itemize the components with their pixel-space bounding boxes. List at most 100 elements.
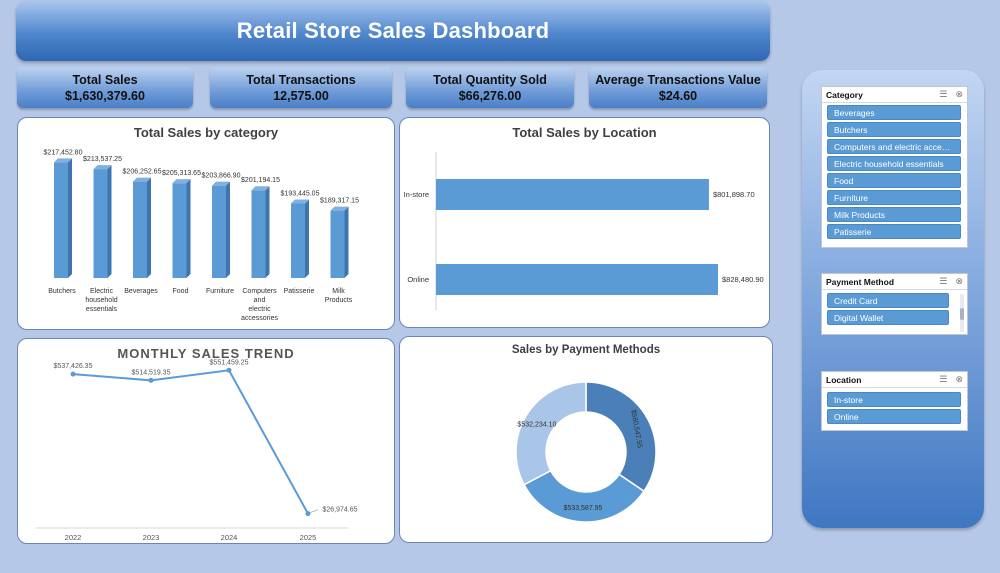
slicer-scrollbar[interactable]	[960, 294, 964, 332]
series-line	[72, 369, 309, 515]
x-tick-label: 2022	[65, 533, 82, 542]
slicer-header: Category ☰ ⊗	[822, 87, 967, 103]
slicer-item[interactable]: Patisserie	[827, 224, 961, 239]
payment-method-slicer[interactable]: Payment Method ☰ ⊗ Credit Card Digital Wa…	[821, 273, 968, 335]
data-label: $26,974.65	[322, 507, 357, 514]
slicer-title: Location	[826, 374, 862, 385]
slicer-items: Beverages Butchers Computers and electric …	[822, 105, 967, 239]
bar	[172, 183, 187, 278]
slicer-item[interactable]: Beverages	[827, 105, 961, 120]
kpi-value: 12,575.00	[273, 88, 329, 103]
dashboard-title-bar: Retail Store Sales Dashboard	[16, 1, 770, 61]
bar-side	[68, 158, 72, 278]
slicer-item[interactable]: Digital Wallet	[827, 310, 949, 325]
scrollbar-thumb[interactable]	[960, 308, 964, 320]
multi-select-icon[interactable]: ☰	[939, 276, 947, 287]
monthly-trend-panel[interactable]: MONTHLY SALES TREND $537,426.35 2022 $514,…	[17, 338, 395, 544]
bar-side	[147, 177, 151, 278]
data-label: $201,194.15	[241, 177, 280, 184]
x-tick-label: 2025	[300, 533, 317, 542]
bar	[436, 179, 709, 210]
kpi-total-transactions: Total Transactions 12,575.00	[210, 67, 392, 108]
multi-select-icon[interactable]: ☰	[939, 89, 947, 100]
slicer-items: Credit Card Digital Wallet	[822, 293, 967, 325]
donut-slice	[523, 469, 646, 523]
payment-donut-chart: $560,547.55$533,587.95$532,234.10	[515, 381, 657, 523]
clear-filter-icon[interactable]: ⊗	[955, 89, 963, 100]
data-point	[226, 367, 232, 373]
category-tick-label: Butchers	[48, 288, 76, 295]
monthly-line-chart: $537,426.35 2022 $514,519.35 2023 $551,459.2…	[36, 359, 358, 542]
multi-select-icon[interactable]: ☰	[939, 374, 947, 385]
category-tick-label: Products	[325, 297, 353, 304]
kpi-value: $66,276.00	[458, 88, 522, 103]
bar	[133, 181, 147, 278]
bar	[291, 203, 305, 278]
category-tick-label: Electric	[90, 288, 113, 295]
slicer-title: Category	[826, 89, 863, 100]
location-slicer[interactable]: Location ☰ ⊗ In-store Online	[821, 371, 968, 431]
bar	[54, 162, 68, 278]
slicer-header: Location ☰ ⊗	[822, 372, 967, 388]
donut-slice	[515, 381, 587, 486]
payment-chart-panel[interactable]: Sales by Payment Methods $560,547.55 $533…	[399, 336, 773, 543]
bar	[330, 210, 345, 278]
data-label: $828,480.90	[722, 275, 764, 284]
category-tick-label: In-store	[404, 190, 429, 199]
slicer-item[interactable]: Butchers	[827, 122, 961, 137]
data-label: $532,234.10	[517, 422, 556, 429]
data-point	[305, 511, 311, 517]
bar	[93, 169, 108, 278]
kpi-value: $1,630,379.60	[65, 88, 145, 103]
kpi-label: Total Transactions	[246, 72, 356, 87]
bar-side	[305, 199, 309, 278]
bar-side	[226, 181, 230, 278]
category-chart-panel[interactable]: Total Sales by category $217,452.80 Butch…	[17, 117, 395, 330]
category-slicer[interactable]: Category ☰ ⊗ Beverages Butchers Computers …	[821, 86, 968, 248]
x-tick-label: 2024	[221, 533, 238, 542]
kpi-label: Total Sales	[72, 72, 138, 87]
data-label: $189,317.15	[320, 198, 359, 205]
kpi-average-transaction-value: Average Transactions Value $24.60	[589, 67, 767, 108]
clear-filter-icon[interactable]: ⊗	[955, 276, 963, 287]
data-label: $203,866.90	[202, 173, 241, 180]
bar-side	[107, 165, 112, 278]
slicer-item[interactable]: Electric household essentials	[827, 156, 961, 171]
data-label: $213,537.25	[83, 156, 122, 163]
location-chart-panel[interactable]: Total Sales by Location In-store $801,898…	[399, 117, 770, 328]
bar	[251, 190, 266, 278]
slicer-title: Payment Method	[826, 276, 895, 287]
bar	[212, 185, 226, 278]
slicer-item[interactable]: In-store	[827, 392, 961, 407]
slicer-item[interactable]: Online	[827, 409, 961, 424]
slicer-item[interactable]: Food	[827, 173, 961, 188]
dashboard-title: Retail Store Sales Dashboard	[236, 18, 550, 43]
bar	[436, 264, 718, 295]
category-tick-label: and	[254, 297, 266, 304]
kpi-label: Average Transactions Value	[595, 72, 761, 87]
category-tick-label: Milk	[332, 288, 345, 295]
x-tick-label: 2023	[143, 533, 160, 542]
category-tick-label: Patisserie	[284, 288, 315, 295]
data-point	[70, 371, 76, 377]
data-label: $217,452.80	[44, 149, 83, 156]
kpi-total-quantity: Total Quantity Sold $66,276.00	[406, 67, 574, 108]
kpi-total-sales: Total Sales $1,630,379.60	[17, 67, 193, 108]
clear-filter-icon[interactable]: ⊗	[955, 374, 963, 385]
location-bar-chart: In-store $801,898.70 Online $828,480.90	[404, 152, 764, 310]
bar-side	[186, 179, 191, 278]
slicer-item[interactable]: Milk Products	[827, 207, 961, 222]
slicer-item[interactable]: Furniture	[827, 190, 961, 205]
category-tick-label: essentials	[86, 306, 118, 313]
slicer-items: In-store Online	[822, 392, 967, 424]
slicer-item[interactable]: Computers and electric accessories	[827, 139, 961, 154]
label-leader	[309, 509, 319, 513]
data-label: $193,445.05	[281, 191, 320, 198]
data-label: $205,313.65	[162, 170, 201, 177]
data-label: $801,898.70	[713, 190, 755, 199]
slicer-item[interactable]: Credit Card	[827, 293, 949, 308]
data-label: $537,426.35	[54, 363, 93, 370]
category-tick-label: Food	[173, 288, 189, 295]
category-tick-label: Computers	[242, 288, 277, 295]
data-label: $551,459.25	[210, 359, 249, 366]
